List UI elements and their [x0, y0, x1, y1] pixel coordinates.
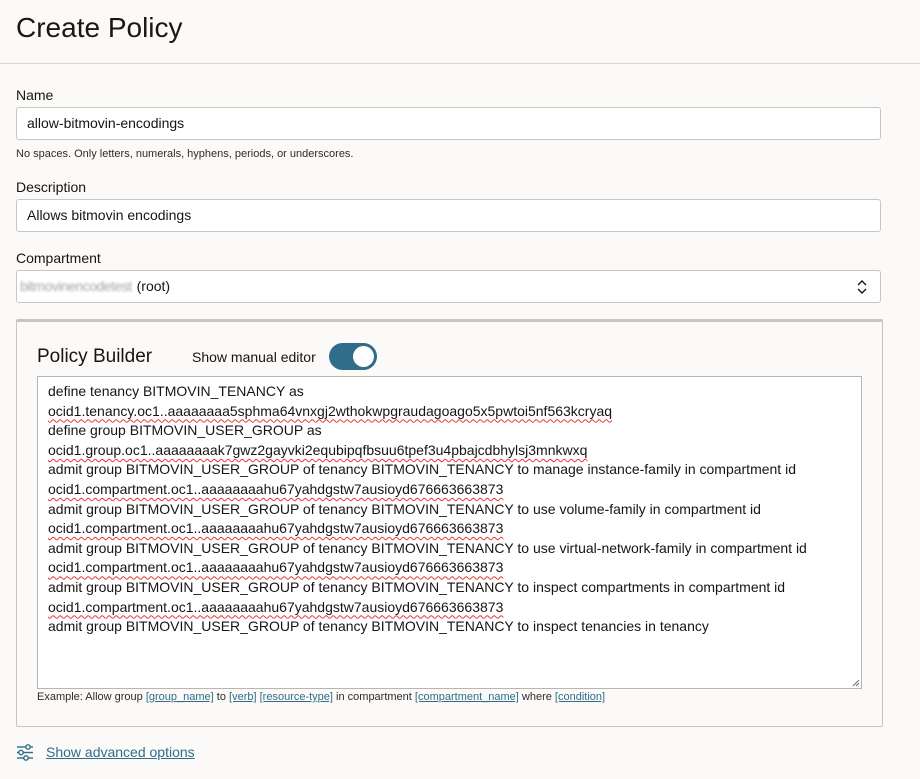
- show-advanced-options-label: Show advanced options: [46, 744, 195, 760]
- policy-example: Example: Allow group [group_name] to [ve…: [37, 691, 605, 703]
- example-where: where: [518, 691, 555, 703]
- sliders-icon: [17, 743, 33, 761]
- toggle-knob: [353, 346, 374, 367]
- manual-editor-toggle-label: Show manual editor: [192, 349, 316, 365]
- policy-line: admit group BITMOVIN_USER_GROUP of tenan…: [48, 578, 786, 595]
- policy-line: admit group BITMOVIN_USER_GROUP of tenan…: [48, 500, 761, 517]
- policy-builder-panel: Policy Builder Show manual editor define…: [16, 319, 883, 727]
- verb-link[interactable]: [verb]: [229, 691, 257, 703]
- policy-line: ocid1.compartment.oc1..aaaaaaaahu67yahdg…: [48, 559, 504, 576]
- compartment-root-suffix: (root): [136, 278, 171, 294]
- policy-builder-title: Policy Builder: [37, 346, 153, 367]
- resize-handle-icon[interactable]: [852, 679, 860, 687]
- policy-statements-editor[interactable]: define tenancy BITMOVIN_TENANCY as ocid1…: [37, 376, 862, 689]
- manual-editor-toggle[interactable]: [329, 343, 377, 370]
- policy-line: ocid1.group.oc1..aaaaaaaak7gwz2gayvki2eq…: [48, 441, 588, 458]
- policy-line: admit group BITMOVIN_USER_GROUP of tenan…: [48, 618, 709, 635]
- policy-line: define tenancy BITMOVIN_TENANCY as: [48, 383, 304, 399]
- policy-line: ocid1.compartment.oc1..aaaaaaaahu67yahdg…: [48, 520, 504, 537]
- policy-line: define group BITMOVIN_USER_GROUP as: [48, 422, 322, 439]
- condition-link[interactable]: [condition]: [555, 691, 605, 703]
- compartment-name-link[interactable]: [compartment_name]: [415, 691, 519, 703]
- description-label: Description: [16, 179, 87, 195]
- example-in-compartment: in compartment: [332, 691, 415, 703]
- example-to: to: [213, 691, 230, 703]
- compartment-label: Compartment: [16, 250, 101, 266]
- policy-line: ocid1.tenancy.oc1..aaaaaaaa5sphma64vnxgj…: [48, 402, 613, 419]
- policy-line: ocid1.compartment.oc1..aaaaaaaahu67yahdg…: [48, 598, 504, 615]
- policy-line: admit group BITMOVIN_USER_GROUP of tenan…: [48, 461, 796, 478]
- group-name-link[interactable]: [group_name]: [146, 691, 214, 703]
- policy-line: admit group BITMOVIN_USER_GROUP of tenan…: [48, 539, 807, 556]
- page-header: Create Policy: [0, 0, 920, 64]
- description-input[interactable]: Allows bitmovin encodings: [16, 199, 881, 232]
- chevron-up-down-icon: [857, 280, 867, 294]
- name-input[interactable]: allow-bitmovin-encodings: [16, 107, 881, 140]
- compartment-name-obscured: bitmovinencodetest: [20, 278, 132, 294]
- resource-type-link[interactable]: [resource-type]: [260, 691, 333, 703]
- name-hint: No spaces. Only letters, numerals, hyphe…: [16, 148, 354, 160]
- compartment-select[interactable]: bitmovinencodetest (root): [16, 270, 881, 303]
- show-advanced-options-link[interactable]: Show advanced options: [16, 742, 195, 762]
- name-label: Name: [16, 87, 54, 103]
- policy-line: ocid1.compartment.oc1..aaaaaaaahu67yahdg…: [48, 480, 504, 497]
- page-title: Create Policy: [16, 12, 183, 43]
- example-prefix: Example: Allow group: [37, 691, 146, 703]
